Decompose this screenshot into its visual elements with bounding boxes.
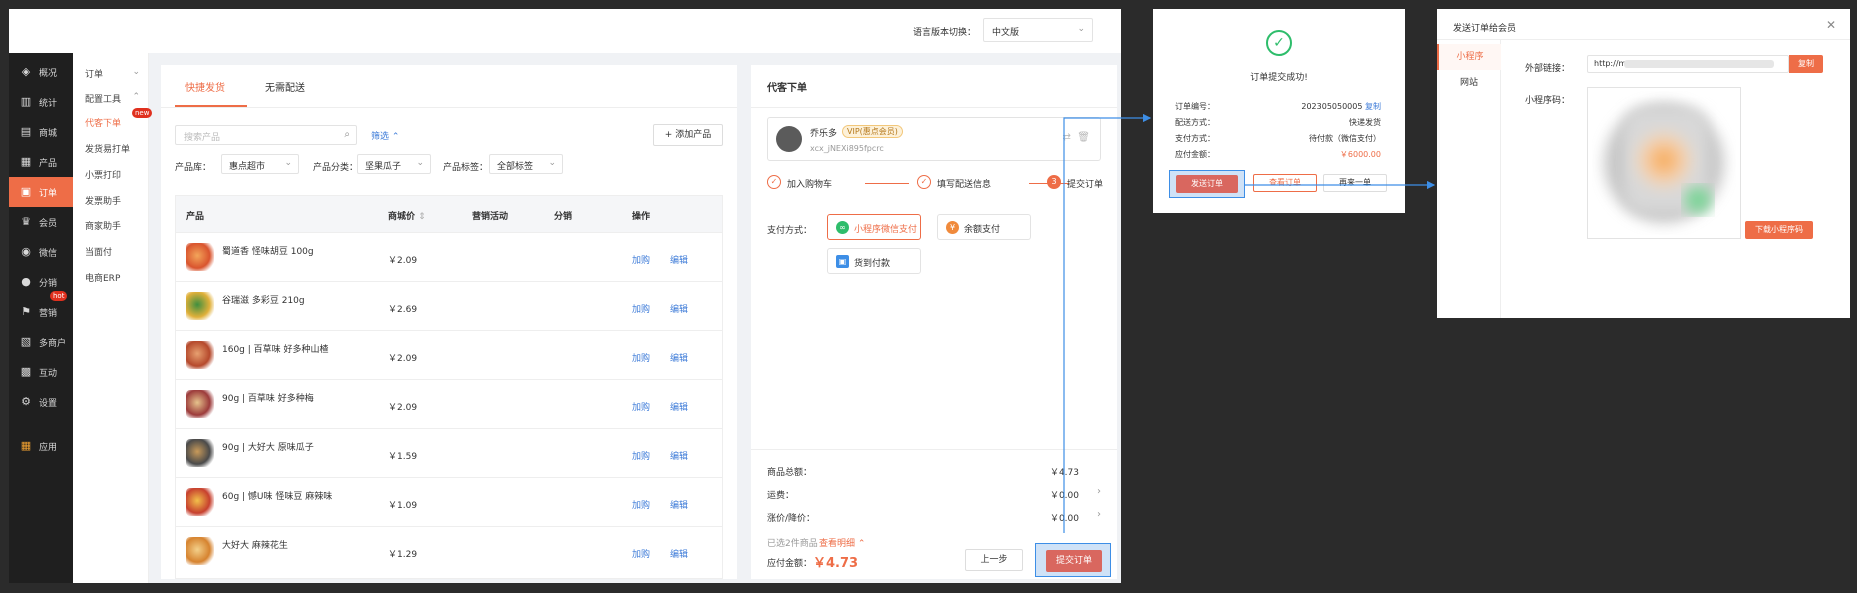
arrow-submit-to-success — [1063, 113, 1152, 533]
flow-arrows — [1063, 113, 1436, 533]
